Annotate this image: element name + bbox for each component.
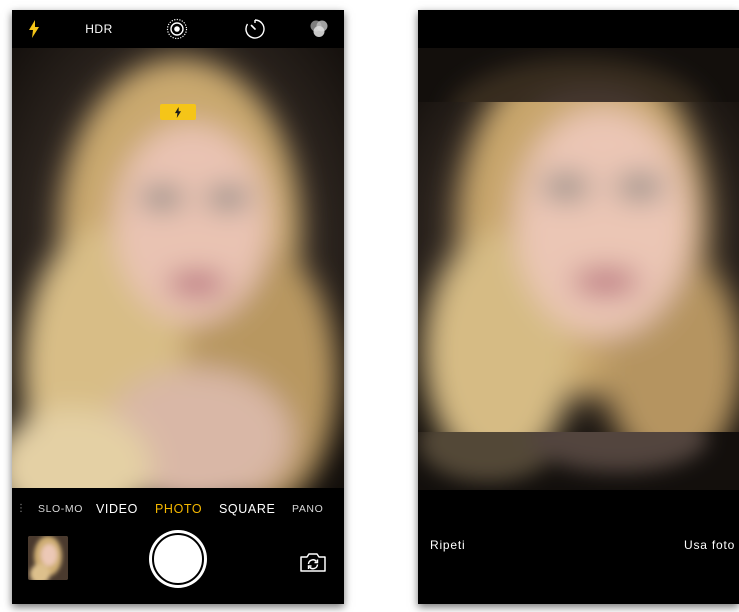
timer-icon[interactable]: [242, 16, 268, 42]
use-photo-button[interactable]: Usa foto: [684, 538, 735, 552]
flash-icon[interactable]: [24, 16, 44, 42]
square-crop-mask-bottom: [418, 432, 739, 490]
hdr-button[interactable]: HDR: [82, 16, 116, 42]
live-photo-icon[interactable]: [164, 16, 190, 42]
shutter-button[interactable]: [149, 530, 207, 588]
camera-mode-selector[interactable]: ⋮ SLO-MO VIDEO PHOTO SQUARE PANO: [12, 488, 344, 530]
camera-top-bar: HDR: [12, 10, 344, 48]
flash-on-indicator: [160, 104, 196, 120]
mode-square[interactable]: SQUARE: [219, 502, 275, 516]
switch-camera-icon[interactable]: [298, 550, 328, 579]
hdr-label: HDR: [85, 22, 113, 36]
camera-viewfinder[interactable]: [12, 48, 344, 488]
retake-button[interactable]: Ripeti: [430, 538, 465, 552]
captured-photo-preview: [418, 102, 739, 432]
review-action-bar: Ripeti Usa foto: [418, 490, 739, 604]
filters-icon[interactable]: [306, 16, 332, 42]
mode-slo-mo[interactable]: SLO-MO: [38, 503, 83, 515]
camera-screen: HDR ⋮ SLO-MO VIDEO PHOTO SQUARE PANO: [12, 10, 344, 604]
square-crop-mask-top: [418, 48, 739, 102]
mode-video[interactable]: VIDEO: [96, 502, 138, 516]
flash-icon: [174, 106, 182, 118]
mode-pano[interactable]: PANO: [292, 503, 323, 515]
shutter-ring: [152, 533, 204, 585]
thumbnail-image: [28, 536, 68, 580]
photo-review-screen: Ripeti Usa foto: [418, 10, 739, 604]
camera-controls: [12, 530, 344, 604]
mode-edge-marker: ⋮: [16, 503, 27, 514]
last-photo-thumbnail[interactable]: [28, 536, 68, 580]
blurred-portrait-photo: [418, 102, 739, 432]
crop-mask-overlay: [418, 432, 739, 490]
crop-mask-overlay: [418, 48, 739, 102]
mode-photo[interactable]: PHOTO: [155, 502, 202, 516]
review-top-bar: [418, 10, 739, 48]
